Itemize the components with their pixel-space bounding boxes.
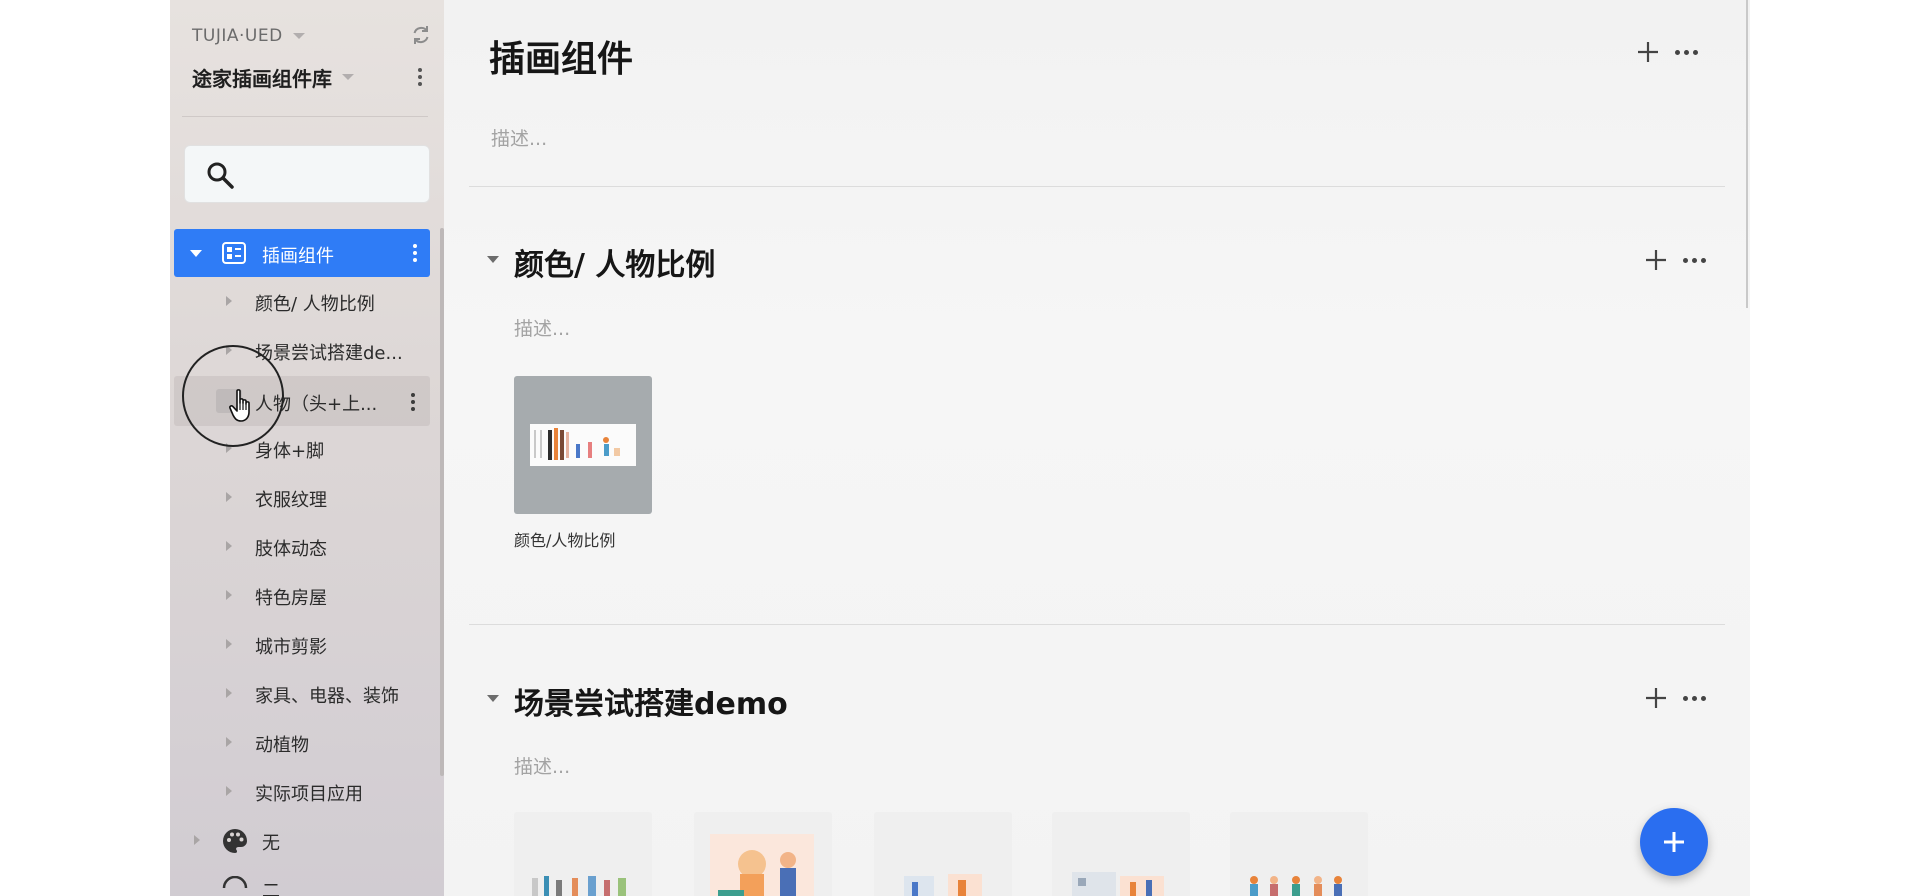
component-card-thumbnail[interactable] (514, 812, 652, 896)
add-icon[interactable] (1644, 248, 1668, 272)
sidebar-item-label: 无 (262, 833, 280, 854)
component-grid-icon (222, 242, 246, 264)
search-icon (205, 160, 235, 190)
sidebar-item-label: 特色房屋 (255, 588, 327, 609)
sidebar-item-label: 颜色/ 人物比例 (255, 294, 375, 315)
plus-icon (1664, 832, 1684, 852)
component-card-thumbnail[interactable] (874, 812, 1012, 896)
card-label[interactable]: 颜色/人物比例 (514, 527, 615, 551)
chevron-right-icon[interactable] (226, 590, 232, 600)
sidebar-item-label: 实际项目应用 (255, 784, 363, 805)
sidebar-item-label: 场景尝试搭建de... (255, 343, 403, 364)
thumbnail-image (1250, 876, 1342, 896)
main-scrollbar[interactable] (1746, 0, 1748, 308)
sidebar-item[interactable]: 颜色/ 人物比例 (174, 281, 430, 321)
page-title: 插画组件 (489, 39, 634, 80)
more-icon[interactable] (410, 241, 420, 265)
more-icon[interactable] (1675, 40, 1698, 64)
section-title: 颜色/ 人物比例 (514, 248, 716, 283)
chevron-down-icon[interactable] (487, 695, 499, 702)
sidebar-item-root[interactable]: 插画组件 (174, 229, 430, 277)
more-icon[interactable] (1683, 686, 1706, 710)
chevron-down-icon[interactable] (190, 250, 202, 257)
team-switcher[interactable]: TUJIA·UED (192, 22, 432, 50)
chevron-right-icon[interactable] (226, 541, 232, 551)
component-card-thumbnail[interactable] (694, 812, 832, 896)
team-name: TUJIA·UED (192, 26, 283, 46)
thumbnail-image (532, 876, 626, 896)
chevron-right-icon[interactable] (226, 492, 232, 502)
project-name: 途家插画组件库 (192, 66, 332, 91)
section-title: 场景尝试搭建demo (514, 687, 788, 722)
divider (469, 186, 1725, 187)
chevron-right-icon[interactable] (226, 639, 232, 649)
sidebar-item-label: 城市剪影 (255, 637, 327, 658)
sidebar-item-label: 动植物 (255, 735, 309, 756)
sidebar-item[interactable]: 衣服纹理 (174, 477, 430, 517)
component-card-thumbnail[interactable] (1230, 812, 1368, 896)
component-card-thumbnail[interactable] (1052, 812, 1190, 896)
sidebar-item[interactable]: 动植物 (174, 722, 430, 762)
sidebar-item-label: 家具、电器、装饰 (255, 686, 399, 707)
project-switcher[interactable]: 途家插画组件库 (192, 60, 432, 94)
page-description[interactable]: 描述... (491, 124, 547, 151)
chevron-right-icon[interactable] (194, 835, 200, 845)
add-icon[interactable] (1644, 686, 1668, 710)
more-icon[interactable] (408, 390, 418, 414)
chevron-right-icon[interactable] (226, 786, 232, 796)
more-icon[interactable] (1683, 248, 1706, 272)
sidebar-item[interactable]: 城市剪影 (174, 624, 430, 664)
hand-cursor-icon (228, 388, 258, 424)
search-box[interactable] (184, 145, 430, 203)
sidebar-item-label: 衣服纹理 (255, 490, 327, 511)
add-fab-button[interactable] (1640, 808, 1708, 876)
search-input[interactable] (245, 156, 419, 192)
sidebar-divider (182, 116, 428, 117)
thumbnail-image (530, 424, 636, 466)
chevron-right-icon[interactable] (226, 688, 232, 698)
sidebar-item[interactable]: 肢体动态 (174, 526, 430, 566)
circle-icon (222, 875, 248, 896)
sidebar-item-label: 二 (262, 881, 280, 896)
section-description[interactable]: 描述... (514, 314, 570, 341)
chevron-down-icon (342, 74, 354, 80)
sync-icon[interactable] (410, 24, 432, 46)
chevron-right-icon[interactable] (226, 737, 232, 747)
thumbnail-image (1072, 872, 1164, 896)
project-more-icon[interactable] (410, 66, 430, 88)
sidebar: TUJIA·UED 途家插画组件库 插画组件 颜色/ 人物比例 场景尝试搭建de… (170, 0, 444, 896)
sidebar-item-label: 身体+脚 (255, 441, 325, 462)
palette-icon (222, 828, 248, 854)
sidebar-item-label: 肢体动态 (255, 539, 327, 560)
main-content: 插画组件 描述... 颜色/ 人物比例 描述... 颜色/人物比例 场景尝试搭建… (444, 0, 1750, 896)
sidebar-item-label: 插画组件 (262, 246, 334, 267)
divider (469, 624, 1725, 625)
sidebar-item[interactable]: 实际项目应用 (174, 771, 430, 811)
sidebar-item-top[interactable]: 二 (174, 868, 430, 896)
sidebar-item[interactable]: 特色房屋 (174, 575, 430, 615)
thumbnail-image (710, 834, 814, 896)
app-window: TUJIA·UED 途家插画组件库 插画组件 颜色/ 人物比例 场景尝试搭建de… (170, 0, 1750, 896)
chevron-down-icon (292, 33, 305, 39)
sidebar-item[interactable]: 家具、电器、装饰 (174, 673, 430, 713)
chevron-right-icon[interactable] (226, 296, 232, 306)
sidebar-item-top[interactable]: 无 (174, 820, 430, 860)
chevron-down-icon[interactable] (487, 256, 499, 263)
thumbnail-image (904, 874, 982, 896)
add-icon[interactable] (1636, 40, 1660, 64)
section-description[interactable]: 描述... (514, 752, 570, 779)
component-card-thumbnail[interactable] (514, 376, 652, 514)
